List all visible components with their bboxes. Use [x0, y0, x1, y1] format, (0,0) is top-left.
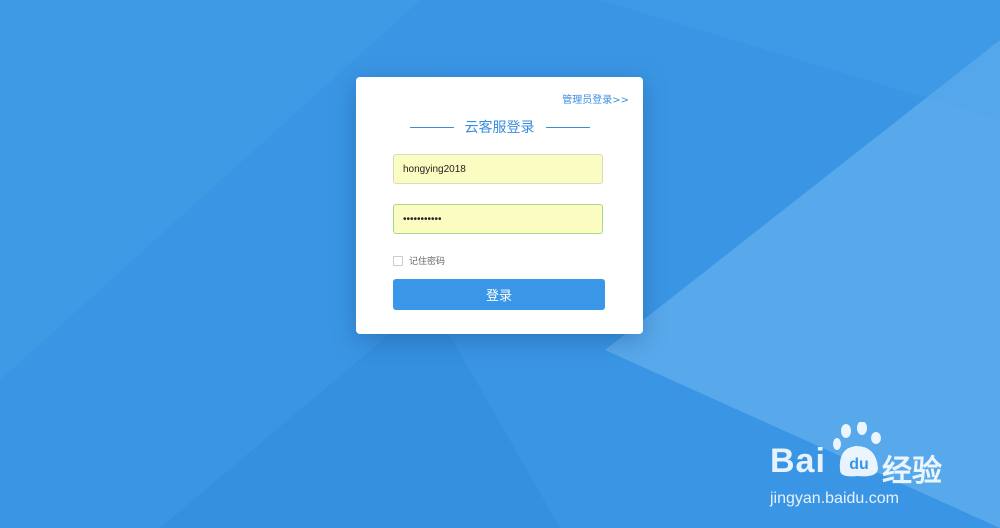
- login-card: 管理员登录>> 云客服登录 记住密码 登录: [356, 77, 643, 334]
- remember-label: 记住密码: [409, 257, 446, 267]
- remember-password-row[interactable]: 记住密码: [393, 254, 445, 267]
- form-title-row: 云客服登录: [356, 117, 643, 137]
- form-title: 云客服登录: [464, 120, 535, 136]
- title-right-line: [545, 126, 590, 128]
- admin-login-link[interactable]: 管理员登录>>: [562, 91, 629, 106]
- watermark-chinese: 经验: [882, 454, 942, 489]
- title-left-line: [409, 126, 454, 128]
- password-input[interactable]: [393, 204, 603, 234]
- remember-checkbox[interactable]: [393, 255, 403, 266]
- watermark-brand: Bai: [770, 442, 826, 480]
- baidu-jingyan-watermark: Bai du 经验 jingyan.baidu.com: [766, 420, 976, 520]
- username-input[interactable]: [393, 154, 603, 184]
- login-button[interactable]: 登录: [393, 279, 605, 310]
- paw-text: du: [849, 456, 869, 473]
- paw-icon: du: [833, 422, 881, 477]
- watermark-url: jingyan.baidu.com: [770, 490, 899, 507]
